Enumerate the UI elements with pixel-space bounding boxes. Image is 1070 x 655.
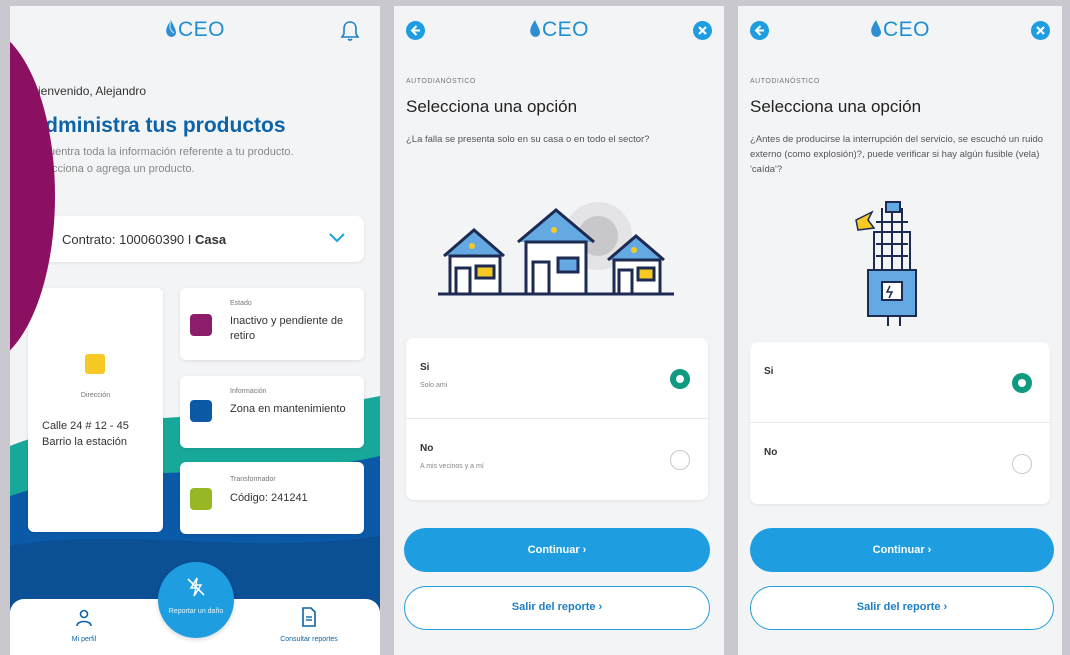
transformador-label: Transformador (230, 476, 276, 483)
home-screen: CEO Bienvenido, Alejandro Administra tus… (10, 6, 380, 655)
estado-value: Inactivo y pendiente de retiro (230, 315, 344, 342)
radio-unselected[interactable] (1012, 454, 1032, 474)
options-list: Si No (750, 342, 1050, 504)
informacion-card[interactable]: Información Zona en mantenimiento (180, 376, 364, 448)
option-label: Si (420, 362, 430, 373)
direccion-label: Dirección (80, 392, 111, 399)
leaf-icon (530, 20, 540, 37)
question-text: ¿La falla se presenta solo en su casa o … (406, 134, 650, 145)
close-button[interactable] (1031, 21, 1050, 40)
estado-card[interactable]: Estado Inactivo y pendiente de retiro (180, 288, 364, 360)
informacion-value: Zona en mantenimiento (230, 403, 346, 415)
leaf-icon (166, 20, 176, 37)
section-kicker: AUTODIANÓSTICO (750, 78, 820, 85)
ceo-logo: CEO (738, 18, 1062, 42)
report-damage-button[interactable]: Reportar un daño (158, 562, 234, 638)
diagnosis-step-1: CEO AUTODIANÓSTICO Selecciona una opción… (394, 6, 724, 655)
section-kicker: AUTODIANÓSTICO (406, 78, 476, 85)
informacion-label: Información (230, 388, 267, 395)
option-no[interactable]: No (750, 423, 1050, 504)
transformer-illustration (855, 201, 917, 326)
info-icon (190, 400, 212, 422)
option-label: No (764, 447, 778, 458)
option-si[interactable]: Si Solo ami (406, 338, 708, 419)
contract-label: Contrato: 100060390 I Casa (62, 232, 227, 247)
direccion-card[interactable]: Dirección Calle 24 # 12 - 45 Barrio la e… (28, 288, 163, 532)
question-title: Selecciona una opción (406, 97, 578, 116)
question-title: Selecciona una opción (750, 97, 922, 116)
ceo-logo: CEO (10, 18, 380, 42)
chevron-down-icon (329, 233, 345, 243)
contract-selector[interactable]: Contrato: 100060390 I Casa (26, 216, 364, 262)
nav-reports[interactable]: Consultar reportes (254, 607, 364, 643)
radio-selected[interactable] (1012, 373, 1032, 393)
options-list: Si Solo ami No A mis vecinos y a mí (406, 338, 708, 500)
nav-reports-label: Consultar reportes (280, 636, 338, 643)
estado-label: Estado (230, 300, 252, 307)
close-icon (1036, 26, 1045, 35)
option-label: Si (764, 366, 774, 377)
direccion-value: Calle 24 # 12 - 45 Barrio la estación (42, 420, 129, 448)
no-power-icon (187, 577, 205, 597)
transformer-icon (190, 488, 212, 510)
notification-bell-icon[interactable] (340, 20, 360, 42)
page-title: Administra tus productos (30, 114, 286, 137)
exit-report-button[interactable]: Salir del reporte › (750, 586, 1054, 630)
continue-button[interactable]: Continuar › (404, 528, 710, 572)
houses-illustration (438, 202, 674, 296)
user-icon (76, 609, 92, 627)
radio-unselected[interactable] (670, 450, 690, 470)
radio-selected[interactable] (670, 369, 690, 389)
nav-profile[interactable]: Mi perfil (54, 609, 114, 643)
option-label: No (420, 443, 434, 454)
diagnosis-step-2: CEO AUTODIANÓSTICO Selecciona una opción… (738, 6, 1062, 655)
close-icon (698, 26, 707, 35)
report-damage-label: Reportar un daño (168, 608, 224, 615)
plug-icon (190, 314, 212, 336)
option-subtitle: A mis vecinos y a mí (420, 463, 484, 470)
continue-button[interactable]: Continuar › (750, 528, 1054, 572)
question-text: ¿Antes de producirse la interrupción del… (750, 134, 1044, 175)
document-icon (302, 607, 316, 627)
transformador-card[interactable]: Transformador Código: 241241 (180, 462, 364, 534)
transformador-value: Código: 241241 (230, 492, 308, 504)
exit-report-button[interactable]: Salir del reporte › (404, 586, 710, 630)
option-no[interactable]: No A mis vecinos y a mí (406, 419, 708, 500)
house-icon (85, 354, 105, 374)
page-description: Encuentra toda la información referente … (30, 146, 294, 175)
option-subtitle: Solo ami (420, 382, 448, 389)
option-si[interactable]: Si (750, 342, 1050, 423)
leaf-icon (871, 20, 881, 37)
nav-profile-label: Mi perfil (71, 636, 97, 643)
greeting-text: Bienvenido, Alejandro (30, 84, 147, 98)
close-button[interactable] (693, 21, 712, 40)
ceo-logo: CEO (394, 18, 724, 42)
